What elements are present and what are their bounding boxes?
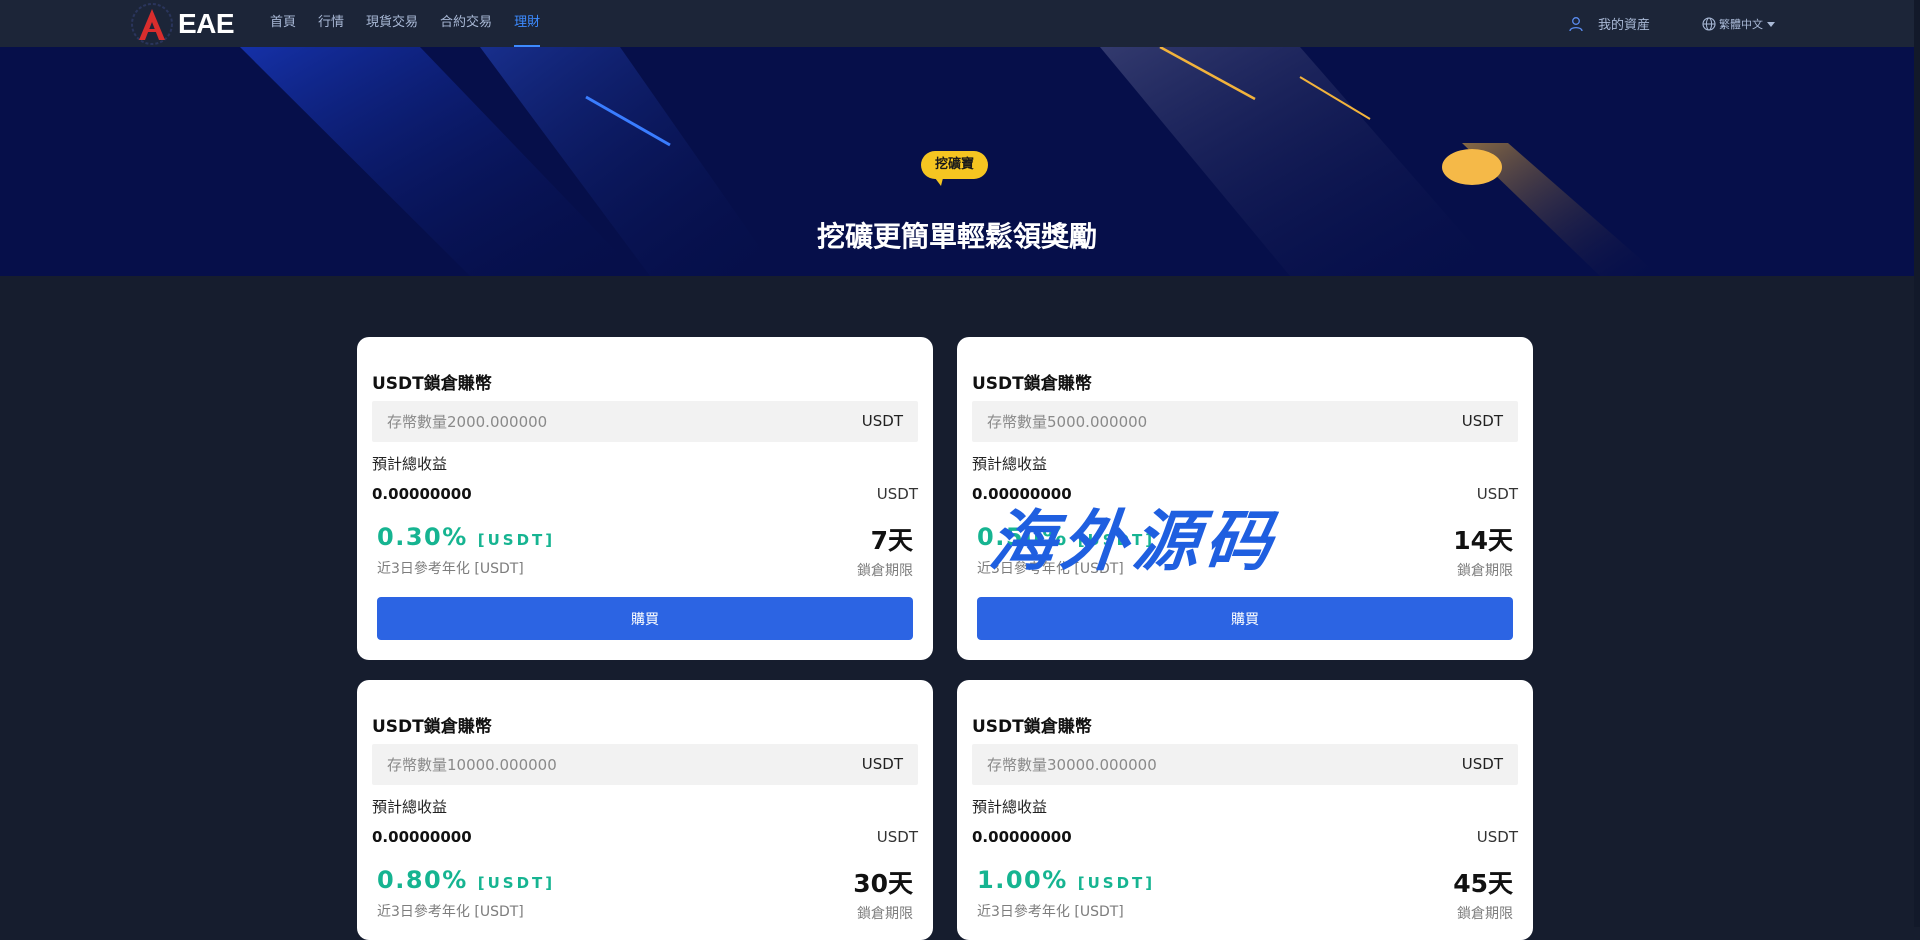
annual-rate: 1.00% [USDT]	[977, 866, 1155, 894]
deposit-amount-input[interactable]	[372, 401, 827, 442]
nav-item-spot-trading[interactable]: 現貨交易	[366, 0, 418, 47]
deposit-unit: USDT	[1461, 755, 1503, 773]
lock-period-value: 14天	[1453, 526, 1513, 555]
user-icon	[1569, 16, 1583, 31]
lock-period-label: 鎖倉期限	[857, 563, 913, 579]
deposit-amount-field: USDT	[372, 401, 918, 442]
annual-rate-value: 0.80%	[377, 866, 468, 894]
estimate-value: 0.00000000	[372, 828, 472, 846]
deposit-amount-field: USDT	[972, 401, 1518, 442]
caret-down-icon	[1767, 21, 1775, 27]
annual-rate-unit: [USDT]	[1077, 874, 1156, 892]
card-title: USDT鎖倉賺幣	[972, 717, 1092, 737]
language-selector[interactable]: 繁體中文	[1702, 0, 1776, 47]
deposit-amount-field: USDT	[372, 744, 918, 785]
product-card: USDT鎖倉賺幣 USDT 預計總收益 0.00000000 USDT 1.00…	[957, 680, 1533, 940]
annual-rate-label: 近3日參考年化 [USDT]	[977, 904, 1124, 920]
watermark-text: 海外源码	[985, 502, 1282, 580]
hero-title: 挖礦更簡單輕鬆領獎勵	[816, 220, 1097, 253]
estimate-label: 預計總收益	[972, 798, 1048, 816]
annual-rate-unit: [USDT]	[477, 874, 556, 892]
product-card: USDT鎖倉賺幣 USDT 預計總收益 0.00000000 USDT 0.30…	[357, 337, 933, 660]
nav-item-contract-trading[interactable]: 合約交易	[440, 0, 492, 47]
lock-period-value: 7天	[870, 526, 913, 555]
card-title: USDT鎖倉賺幣	[372, 717, 492, 737]
globe-icon	[1702, 16, 1716, 31]
estimate-unit: USDT	[1476, 828, 1518, 846]
lock-period-label: 鎖倉期限	[1457, 906, 1513, 922]
lock-period-value: 45天	[1453, 869, 1513, 898]
estimate-value: 0.00000000	[972, 828, 1072, 846]
annual-rate-label: 近3日參考年化 [USDT]	[377, 904, 524, 920]
deposit-amount-field: USDT	[972, 744, 1518, 785]
nav-item-finance[interactable]: 理財	[514, 0, 541, 47]
hero-banner: 挖礦寶 挖礦更簡單輕鬆領獎勵	[0, 47, 1914, 276]
top-navbar: EAE 首頁 行情 現貨交易 合約交易 理財 我的資産 繁體中文	[0, 0, 1920, 47]
estimate-unit: USDT	[1476, 485, 1518, 503]
estimate-label: 預計總收益	[972, 455, 1048, 473]
annual-rate-label: 近3日參考年化 [USDT]	[377, 561, 524, 577]
my-assets-label: 我的資産	[1598, 18, 1651, 33]
estimate-unit: USDT	[876, 485, 918, 503]
product-card: USDT鎖倉賺幣 USDT 預計總收益 0.00000000 USDT 0.80…	[357, 680, 933, 940]
main-nav: 首頁 行情 現貨交易 合約交易 理財	[270, 0, 562, 47]
deposit-amount-input[interactable]	[972, 401, 1427, 442]
deposit-unit: USDT	[1461, 412, 1503, 430]
annual-rate: 0.80% [USDT]	[377, 866, 555, 894]
annual-rate: 0.30% [USDT]	[377, 523, 555, 551]
nav-item-home[interactable]: 首頁	[270, 0, 296, 47]
deposit-unit: USDT	[861, 412, 903, 430]
estimate-label: 預計總收益	[372, 798, 448, 816]
lock-period-label: 鎖倉期限	[1457, 563, 1513, 579]
my-assets-link[interactable]: 我的資産	[1568, 0, 1650, 47]
language-label: 繁體中文	[1719, 17, 1763, 31]
lock-period-label: 鎖倉期限	[857, 906, 913, 922]
estimate-unit: USDT	[876, 828, 918, 846]
buy-button[interactable]: 購買	[377, 597, 913, 640]
scrollbar[interactable]	[1914, 0, 1920, 927]
lock-period-value: 30天	[853, 869, 913, 898]
annual-rate-value: 0.30%	[377, 523, 468, 551]
card-title: USDT鎖倉賺幣	[972, 374, 1092, 394]
annual-rate-value: 1.00%	[977, 866, 1068, 894]
logo-icon	[131, 3, 173, 45]
deposit-unit: USDT	[861, 755, 903, 773]
estimate-label: 預計總收益	[372, 455, 448, 473]
buy-button[interactable]: 購買	[977, 597, 1513, 640]
nav-item-market[interactable]: 行情	[318, 0, 344, 47]
mining-badge: 挖礦寶	[921, 151, 989, 186]
estimate-value: 0.00000000	[372, 485, 472, 503]
card-title: USDT鎖倉賺幣	[372, 374, 492, 394]
deposit-amount-input[interactable]	[972, 744, 1427, 785]
brand-logo[interactable]: EAE	[130, 2, 235, 46]
deposit-amount-input[interactable]	[372, 744, 827, 785]
logo-text: EAE	[178, 8, 235, 39]
annual-rate-unit: [USDT]	[477, 531, 556, 549]
